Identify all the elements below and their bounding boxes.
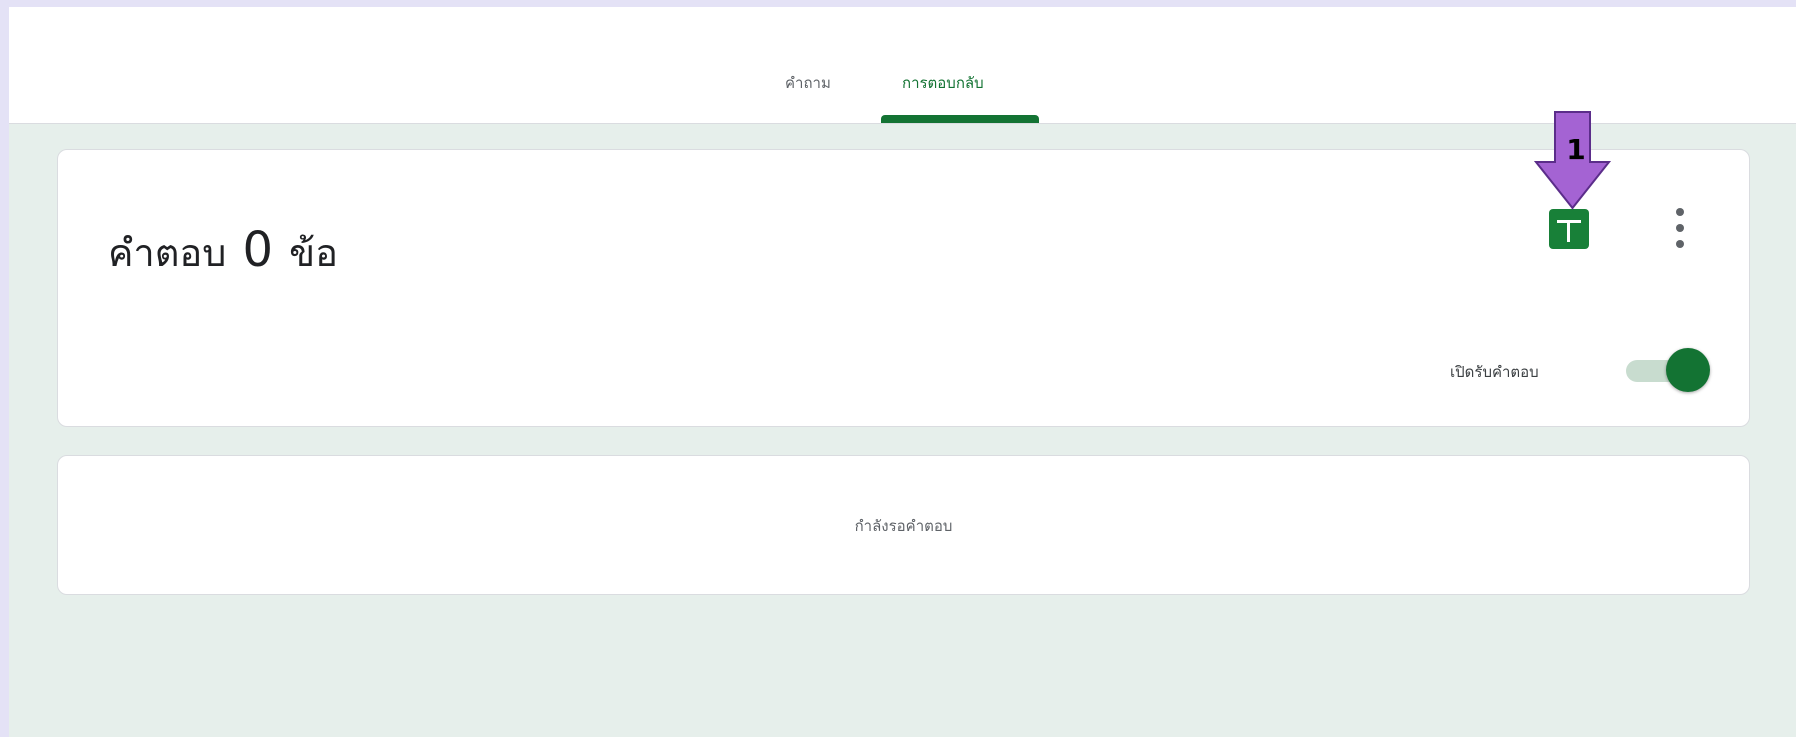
more-vert-icon[interactable] <box>1668 206 1692 250</box>
waiting-card: กำลังรอคำตอบ <box>57 455 1750 595</box>
more-dot <box>1676 240 1684 248</box>
responses-page: คำถาม การตอบกลับ คำตอบ 0 ข้อ เปิดรับคำตอ… <box>9 7 1796 737</box>
more-dot <box>1676 208 1684 216</box>
response-count-value: 0 <box>242 222 274 278</box>
accepting-responses-toggle[interactable] <box>1622 348 1710 394</box>
sheets-icon-vline <box>1567 220 1570 242</box>
active-tab-indicator <box>881 115 1039 123</box>
annotation-number: 1 <box>1566 133 1586 166</box>
response-count-suffix: ข้อ <box>289 231 338 275</box>
responses-summary-card: คำตอบ 0 ข้อ เปิดรับคำตอบ <box>57 149 1750 427</box>
response-count-title: คำตอบ 0 ข้อ <box>108 222 338 283</box>
tab-responses[interactable]: การตอบกลับ <box>902 71 984 95</box>
tab-questions[interactable]: คำถาม <box>785 71 831 95</box>
waiting-for-responses-text: กำลังรอคำตอบ <box>854 517 953 535</box>
toggle-knob <box>1666 348 1710 392</box>
top-bar: คำถาม การตอบกลับ <box>9 7 1796 124</box>
more-dot <box>1676 224 1684 232</box>
google-sheets-icon[interactable] <box>1549 209 1589 249</box>
response-count-prefix: คำตอบ <box>108 231 227 275</box>
accepting-responses-label: เปิดรับคำตอบ <box>1450 363 1539 381</box>
